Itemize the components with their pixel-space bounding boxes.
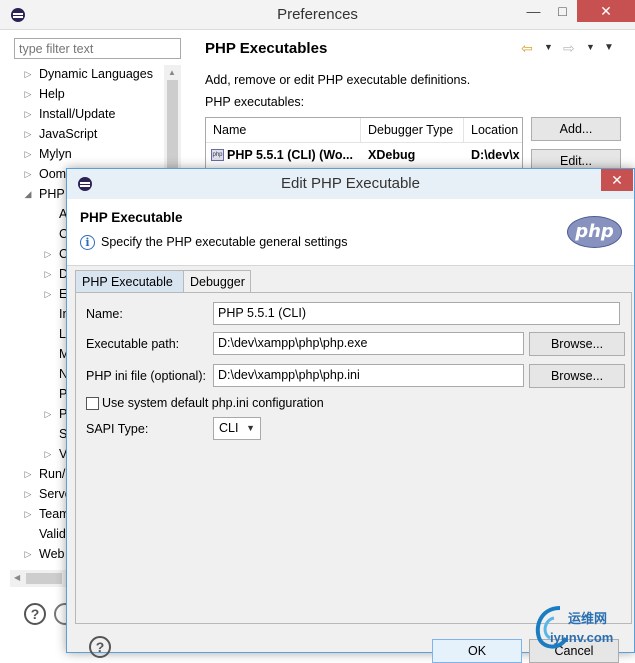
page-title: PHP Executables bbox=[205, 40, 328, 57]
default-ini-checkbox[interactable] bbox=[86, 397, 99, 410]
expand-icon[interactable]: ▷ bbox=[23, 64, 33, 84]
tree-item-label: Valid bbox=[39, 527, 66, 541]
default-ini-checkbox-label[interactable]: Use system default php.ini configuration bbox=[102, 396, 324, 410]
collapse-icon[interactable]: ◢ bbox=[23, 184, 33, 204]
info-icon: i bbox=[80, 235, 95, 250]
tree-hscrollbar-thumb[interactable] bbox=[26, 573, 62, 584]
close-icon[interactable]: ✕ bbox=[577, 0, 635, 22]
name-label: Name: bbox=[86, 307, 123, 321]
expand-icon[interactable]: ▷ bbox=[23, 164, 33, 184]
tree-item-label: Oom bbox=[39, 167, 67, 181]
expand-icon[interactable]: ▷ bbox=[23, 104, 33, 124]
dialog-help-icon[interactable]: ? bbox=[89, 636, 111, 658]
watermark-url: iyunv.com bbox=[550, 630, 614, 645]
page-description: Add, remove or edit PHP executable defin… bbox=[205, 73, 471, 87]
tree-item-label: Help bbox=[39, 87, 65, 101]
ok-button[interactable]: OK bbox=[432, 639, 522, 663]
expand-icon[interactable]: ▷ bbox=[23, 484, 33, 504]
expand-icon[interactable]: ▷ bbox=[43, 244, 53, 264]
column-header-name[interactable]: Name bbox=[206, 118, 361, 143]
table-row[interactable]: php PHP 5.5.1 (CLI) (Wo... XDebug D:\dev… bbox=[206, 144, 522, 166]
php-logo: php bbox=[567, 216, 622, 248]
sapi-type-value: CLI bbox=[219, 421, 239, 435]
expand-icon[interactable]: ▷ bbox=[23, 144, 33, 164]
browse-ini-button[interactable]: Browse... bbox=[529, 364, 625, 388]
column-header-debugger[interactable]: Debugger Type bbox=[361, 118, 464, 143]
sapi-label: SAPI Type: bbox=[86, 422, 149, 436]
expand-icon[interactable]: ▷ bbox=[43, 264, 53, 284]
dialog-heading: PHP Executable bbox=[80, 210, 183, 225]
tree-item-label: PHP bbox=[39, 187, 65, 201]
back-icon[interactable]: ⇦ bbox=[521, 40, 533, 57]
tree-item-label: Run/ bbox=[39, 467, 66, 481]
ini-file-field[interactable]: D:\dev\xampp\php\php.ini bbox=[213, 364, 524, 387]
dialog-titlebar: Edit PHP Executable ✕ bbox=[67, 169, 634, 199]
watermark-text: 运维网 bbox=[568, 611, 608, 626]
forward-menu-icon[interactable]: ▼ bbox=[586, 42, 595, 52]
add-button[interactable]: Add... bbox=[531, 117, 621, 141]
dialog-subtitle: Specify the PHP executable general setti… bbox=[101, 235, 348, 249]
scroll-left-icon[interactable]: ◀ bbox=[14, 573, 20, 582]
back-menu-icon[interactable]: ▼ bbox=[544, 42, 553, 52]
filter-input[interactable] bbox=[14, 38, 181, 59]
ini-label: PHP ini file (optional): bbox=[86, 369, 206, 383]
executables-label: PHP executables: bbox=[205, 95, 305, 109]
expand-icon[interactable]: ▷ bbox=[43, 404, 53, 424]
maximize-icon[interactable]: □ bbox=[548, 0, 577, 22]
dialog-title: Edit PHP Executable bbox=[281, 175, 420, 192]
browse-executable-button[interactable]: Browse... bbox=[529, 332, 625, 356]
view-menu-icon[interactable]: ▼ bbox=[604, 42, 614, 53]
tree-item-label: Web bbox=[39, 547, 65, 561]
sapi-type-select[interactable]: CLI ▼ bbox=[213, 417, 261, 440]
name-field[interactable]: PHP 5.5.1 (CLI) bbox=[213, 302, 620, 325]
tree-item-label: Mylyn bbox=[39, 147, 72, 161]
tab-php-executable[interactable]: PHP Executable bbox=[75, 270, 187, 292]
expand-icon[interactable]: ▷ bbox=[23, 84, 33, 104]
edit-php-executable-dialog: Edit PHP Executable ✕ PHP Executable i S… bbox=[66, 168, 635, 663]
tree-item-label: Install/Update bbox=[39, 107, 116, 121]
expand-icon[interactable]: ▷ bbox=[23, 464, 33, 484]
column-header-location[interactable]: Location bbox=[464, 118, 522, 143]
scroll-up-icon[interactable]: ▲ bbox=[168, 68, 176, 77]
watermark: 运维网 iyunv.com bbox=[530, 600, 635, 653]
expand-icon[interactable]: ▷ bbox=[23, 504, 33, 524]
help-icon[interactable]: ? bbox=[24, 603, 46, 625]
tree-item-label: JavaScript bbox=[39, 127, 98, 141]
expand-icon[interactable]: ▷ bbox=[43, 444, 53, 464]
forward-icon[interactable]: ⇨ bbox=[563, 40, 575, 57]
preferences-titlebar: Preferences — □ ✕ bbox=[0, 0, 635, 30]
table-cell-location: D:\dev\x bbox=[471, 148, 520, 162]
dialog-close-icon[interactable]: ✕ bbox=[601, 169, 633, 191]
table-cell-name: PHP 5.5.1 (CLI) (Wo... bbox=[227, 148, 353, 162]
executable-path-field[interactable]: D:\dev\xampp\php\php.exe bbox=[213, 332, 524, 355]
minimize-icon[interactable]: — bbox=[519, 0, 548, 22]
expand-icon[interactable]: ▷ bbox=[23, 544, 33, 564]
tab-debugger[interactable]: Debugger bbox=[183, 270, 251, 292]
path-label: Executable path: bbox=[86, 337, 180, 351]
tree-item-label: Team bbox=[39, 507, 70, 521]
executables-table[interactable]: Name Debugger Type Location php PHP 5.5.… bbox=[205, 117, 523, 172]
php-file-icon: php bbox=[211, 149, 224, 161]
chevron-down-icon: ▼ bbox=[246, 423, 255, 433]
tree-item-label: Dynamic Languages bbox=[39, 67, 153, 81]
expand-icon[interactable]: ▷ bbox=[43, 284, 53, 304]
expand-icon[interactable]: ▷ bbox=[23, 124, 33, 144]
table-cell-debugger: XDebug bbox=[368, 148, 416, 162]
